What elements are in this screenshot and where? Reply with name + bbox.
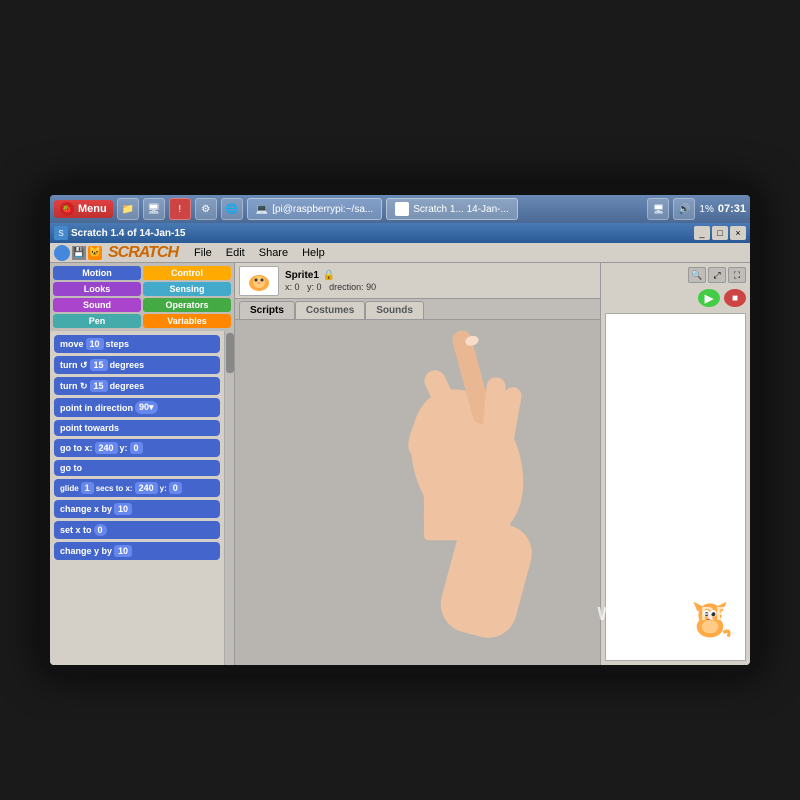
scripts-tabs: Scripts Costumes Sounds bbox=[235, 299, 600, 320]
block-go-to-xy[interactable]: go to x: 240 y: 0 bbox=[54, 439, 220, 457]
category-buttons: Motion Control Looks Sensing Sound Opera… bbox=[50, 263, 234, 331]
blocks-scrollbar[interactable] bbox=[224, 331, 234, 665]
taskbar-menu-button[interactable]: 🍓 Menu bbox=[54, 200, 113, 218]
taskbar-right-area: 🖥 🔊 1% 07:31 bbox=[647, 198, 746, 220]
minimize-button[interactable]: _ bbox=[694, 226, 710, 240]
category-operators[interactable]: Operators bbox=[143, 298, 231, 312]
maximize-button[interactable]: □ bbox=[712, 226, 728, 240]
block-point-direction[interactable]: point in direction 90▾ bbox=[54, 398, 220, 417]
menu-edit[interactable]: Edit bbox=[220, 247, 251, 259]
stage-fullscreen-icon[interactable]: ⛶ bbox=[728, 267, 746, 283]
taskbar-terminal-window[interactable]: 💻 [pi@raspberrypi:~/sa... bbox=[247, 198, 382, 220]
taskbar-file-manager[interactable]: 📁 bbox=[117, 198, 139, 220]
category-sensing[interactable]: Sensing bbox=[143, 282, 231, 296]
menu-file[interactable]: File bbox=[188, 247, 218, 259]
scratch-window: S Scratch 1.4 of 14-Jan-15 _ □ × 💾 🐱 SCR… bbox=[50, 223, 750, 665]
terminal-icon: 💻 bbox=[256, 204, 268, 215]
blocks-list-container: move 10 steps turn ↺ 15 degrees turn ↻ 1… bbox=[50, 331, 234, 665]
block-change-x[interactable]: change x by 10 bbox=[54, 500, 220, 518]
block-point-towards[interactable]: point towards bbox=[54, 420, 220, 436]
stage-cat-sprite bbox=[685, 595, 735, 645]
block-set-x[interactable]: set x to 0 bbox=[54, 521, 220, 539]
scripts-canvas[interactable] bbox=[235, 320, 600, 665]
globe-icon bbox=[54, 245, 70, 261]
menu-share[interactable]: Share bbox=[253, 247, 294, 259]
scratch-main-content: Motion Control Looks Sensing Sound Opera… bbox=[50, 263, 750, 665]
taskbar-settings[interactable]: ⚙ bbox=[195, 198, 217, 220]
blocks-panel: Motion Control Looks Sensing Sound Opera… bbox=[50, 263, 235, 665]
taskbar-warning[interactable]: ! bbox=[169, 198, 191, 220]
category-variables[interactable]: Variables bbox=[143, 314, 231, 328]
category-motion[interactable]: Motion bbox=[53, 266, 141, 280]
scratch-taskbar-label: Scratch 1... 14-Jan-... bbox=[413, 204, 509, 215]
sprite-thumbnail bbox=[239, 266, 279, 296]
taskbar-audio[interactable]: 🔊 bbox=[673, 198, 695, 220]
sprite-name: Sprite1 bbox=[285, 270, 319, 281]
scratch-titlebar: S Scratch 1.4 of 14-Jan-15 _ □ × bbox=[50, 223, 750, 243]
clock: 07:31 bbox=[718, 203, 746, 215]
stage-zoom-icon[interactable]: 🔍 bbox=[688, 267, 706, 283]
block-move-steps[interactable]: move 10 steps bbox=[54, 335, 220, 353]
stage-panel: 🔍 ⤢ ⛶ ▶ ■ bbox=[600, 263, 750, 665]
raspberry-icon: 🍓 bbox=[60, 202, 74, 216]
block-go-to[interactable]: go to bbox=[54, 460, 220, 476]
menu-help[interactable]: Help bbox=[296, 247, 331, 259]
sprite-header: Sprite1 🔒 x: 0 y: 0 drection: 90 bbox=[235, 263, 600, 299]
tab-costumes[interactable]: Costumes bbox=[295, 301, 365, 319]
go-button[interactable]: ▶ bbox=[698, 289, 720, 307]
category-looks[interactable]: Looks bbox=[53, 282, 141, 296]
block-glide[interactable]: glide 1 secs to x: 240 y: 0 bbox=[54, 479, 220, 497]
terminal-label: [pi@raspberrypi:~/sa... bbox=[272, 204, 373, 215]
scratch-taskbar-icon: S bbox=[395, 202, 409, 216]
taskbar-network[interactable]: 🌐 bbox=[221, 198, 243, 220]
monitor: 🍓 Menu 📁 🖥 ! ⚙ 🌐 💻 [pi@raspberrypi:~/sa.… bbox=[40, 185, 760, 675]
scratch-cat-icon: 🐱 bbox=[88, 246, 102, 260]
taskbar-display[interactable]: 🖥 bbox=[143, 198, 165, 220]
taskbar-scratch-window[interactable]: S Scratch 1... 14-Jan-... bbox=[386, 198, 518, 220]
sprite-coords: x: 0 y: 0 drection: 90 bbox=[285, 282, 376, 292]
sprite-lock-icon: 🔒 bbox=[323, 270, 335, 281]
taskbar-display-settings[interactable]: 🖥 bbox=[647, 198, 669, 220]
sprite-name-area: Sprite1 🔒 x: 0 y: 0 drection: 90 bbox=[285, 270, 376, 292]
stage-controls: ▶ ■ bbox=[601, 287, 750, 309]
category-sound[interactable]: Sound bbox=[53, 298, 141, 312]
stage-canvas bbox=[605, 313, 746, 661]
scratch-logo-text: SCRATCH bbox=[108, 244, 178, 262]
scratch-window-icon: S bbox=[54, 226, 68, 240]
close-button[interactable]: × bbox=[730, 226, 746, 240]
sprite-cat-image bbox=[244, 268, 274, 293]
tab-sounds[interactable]: Sounds bbox=[365, 301, 424, 319]
scratch-logo: 💾 🐱 SCRATCH bbox=[54, 244, 178, 262]
tab-scripts[interactable]: Scripts bbox=[239, 301, 295, 319]
category-control[interactable]: Control bbox=[143, 266, 231, 280]
battery-indicator: 1% bbox=[699, 204, 713, 215]
scratch-window-title: Scratch 1.4 of 14-Jan-15 bbox=[71, 228, 691, 239]
stage-toolbar: 🔍 ⤢ ⛶ bbox=[601, 263, 750, 287]
scratch-menubar: 💾 🐱 SCRATCH File Edit Share Help bbox=[50, 243, 750, 263]
taskbar: 🍓 Menu 📁 🖥 ! ⚙ 🌐 💻 [pi@raspberrypi:~/sa.… bbox=[50, 195, 750, 223]
scratch-save-icon: 💾 bbox=[72, 246, 86, 260]
block-turn-right[interactable]: turn ↻ 15 degrees bbox=[54, 377, 220, 395]
stop-button[interactable]: ■ bbox=[724, 289, 746, 307]
block-turn-left[interactable]: turn ↺ 15 degrees bbox=[54, 356, 220, 374]
stage-expand-icon[interactable]: ⤢ bbox=[708, 267, 726, 283]
screen: 🍓 Menu 📁 🖥 ! ⚙ 🌐 💻 [pi@raspberrypi:~/sa.… bbox=[50, 195, 750, 665]
category-pen[interactable]: Pen bbox=[53, 314, 141, 328]
blocks-list: move 10 steps turn ↺ 15 degrees turn ↻ 1… bbox=[50, 331, 224, 665]
window-control-buttons: _ □ × bbox=[694, 226, 746, 240]
block-change-y[interactable]: change y by 10 bbox=[54, 542, 220, 560]
scripts-panel: Sprite1 🔒 x: 0 y: 0 drection: 90 Scripts… bbox=[235, 263, 600, 665]
scrollbar-thumb[interactable] bbox=[226, 333, 234, 373]
sprite-name-row: Sprite1 🔒 bbox=[285, 270, 376, 281]
menu-label: Menu bbox=[78, 203, 107, 215]
